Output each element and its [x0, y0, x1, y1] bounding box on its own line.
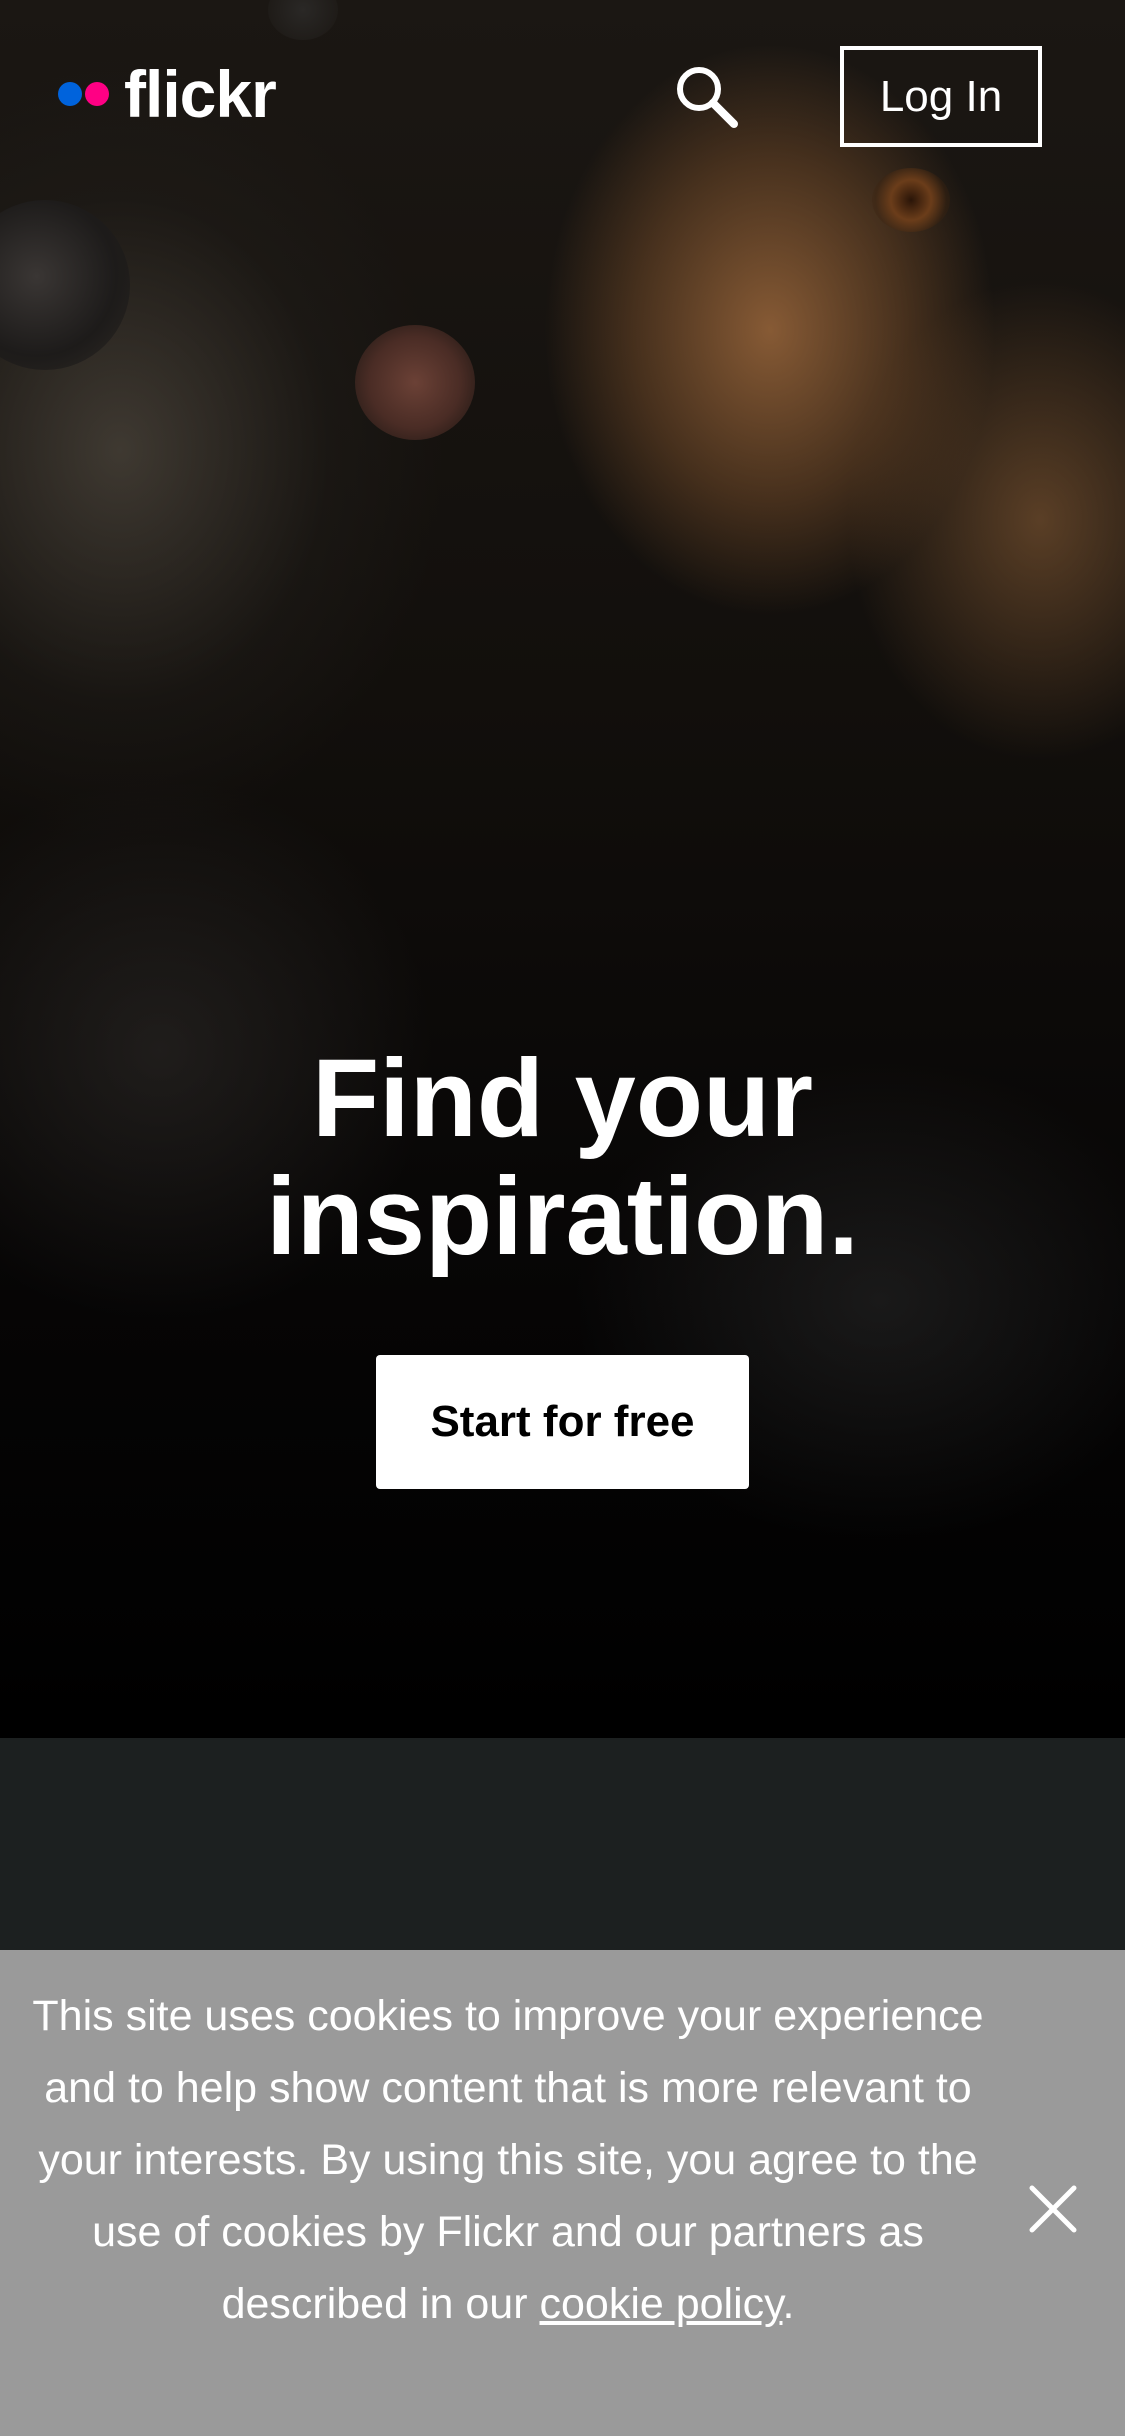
dog-nose-left	[0, 200, 130, 370]
dog-nose-right	[355, 325, 475, 440]
hero-headline-line1: Find your	[311, 1037, 814, 1160]
cookie-banner: This site uses cookies to improve your e…	[0, 1950, 1125, 2436]
search-icon	[677, 67, 738, 128]
content-section-band	[0, 1738, 1125, 1950]
dog-eye-right	[872, 168, 950, 232]
cookie-message: This site uses cookies to improve your e…	[32, 1992, 984, 2328]
hero-background-photo: flickr Log In Find your inspiration. Sta…	[0, 0, 1125, 1738]
logo-blue-dot	[58, 82, 82, 106]
hero-headline: Find your inspiration.	[0, 1040, 1125, 1276]
cookie-trailing-period: .	[782, 2280, 795, 2328]
logo-pink-dot	[85, 82, 109, 106]
close-icon	[1029, 2185, 1077, 2233]
cookie-close-button[interactable]	[1022, 2178, 1084, 2240]
login-button[interactable]: Log In	[840, 46, 1042, 147]
start-for-free-button[interactable]: Start for free	[376, 1355, 749, 1489]
cookie-policy-link[interactable]: cookie policy	[539, 2280, 782, 2328]
search-button[interactable]	[672, 62, 740, 130]
dog-eye-left	[268, 0, 338, 40]
cookie-banner-text: This site uses cookies to improve your e…	[28, 1980, 988, 2340]
logo-text: flickr	[124, 57, 277, 131]
flickr-logo[interactable]: flickr	[58, 57, 277, 131]
hero-headline-line2: inspiration.	[266, 1155, 859, 1278]
